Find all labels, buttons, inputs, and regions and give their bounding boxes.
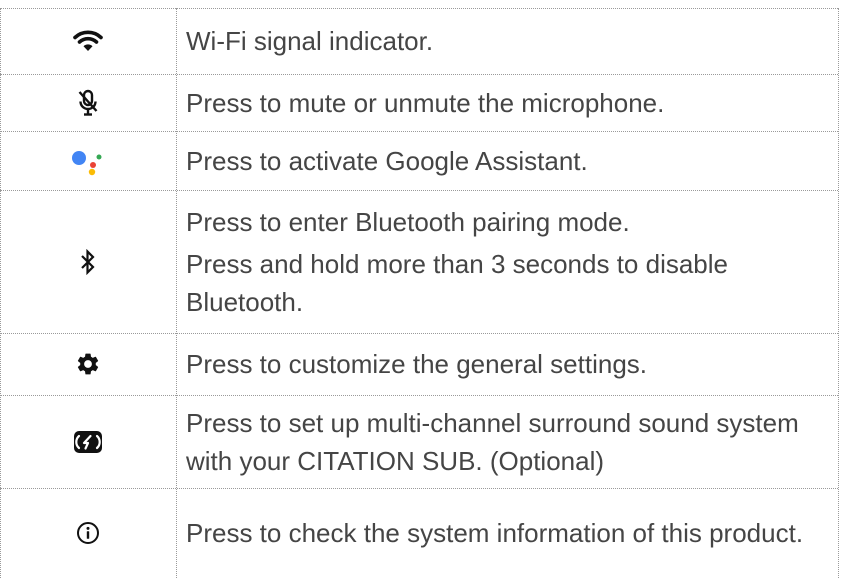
table-row-microphone: Press to mute or unmute the microphone. [0,74,838,131]
description-cell: Press to check the system information of… [186,488,832,578]
icon-cell [0,395,176,488]
description-text: Press to customize the general settings. [186,349,648,379]
description-text: Press to check the system information of… [186,518,804,548]
icon-cell [0,488,176,578]
table-row-surround: Press to set up multi-channel surround s… [0,395,838,488]
description-cell: Press to enter Bluetooth pairing mode. P… [186,190,832,333]
table-row-info: Press to check the system information of… [0,488,838,578]
description-cell: Press to customize the general settings. [186,333,832,395]
icon-cell [0,131,176,190]
description-text: Press to enter Bluetooth pairing mode. [186,206,630,237]
description-cell: Press to mute or unmute the microphone. [186,74,832,131]
microphone-muted-icon [77,89,99,117]
description-cell: Wi-Fi signal indicator. [186,8,832,74]
description-text: Press to mute or unmute the microphone. [186,87,665,118]
description-text: Press to activate Google Assistant. [186,145,588,176]
wifi-icon [73,29,103,53]
icon-cell [0,74,176,131]
description-text: Press and hold more than 3 seconds to di… [186,248,729,317]
table-row-bluetooth: Press to enter Bluetooth pairing mode. P… [0,190,838,333]
description-text: Wi-Fi signal indicator. [186,26,434,56]
description-cell: Press to activate Google Assistant. [186,131,832,190]
gear-icon [75,351,101,377]
icon-cell [0,333,176,395]
bluetooth-icon [80,248,96,275]
description-text: Press to set up multi-channel surround s… [186,407,799,476]
description-cell: Press to set up multi-channel surround s… [186,395,832,488]
info-icon [76,521,100,545]
surround-sound-icon [73,430,103,454]
table-row-wifi: Wi-Fi signal indicator. [0,8,838,74]
feature-table: Wi-Fi signal indicator. Press to mute or… [0,0,843,578]
table-border-right [838,8,839,578]
icon-cell [0,8,176,74]
table-row-assistant: Press to activate Google Assistant. [0,131,838,190]
table-row-settings: Press to customize the general settings. [0,333,838,395]
google-assistant-icon [71,146,105,176]
icon-cell [0,190,176,333]
